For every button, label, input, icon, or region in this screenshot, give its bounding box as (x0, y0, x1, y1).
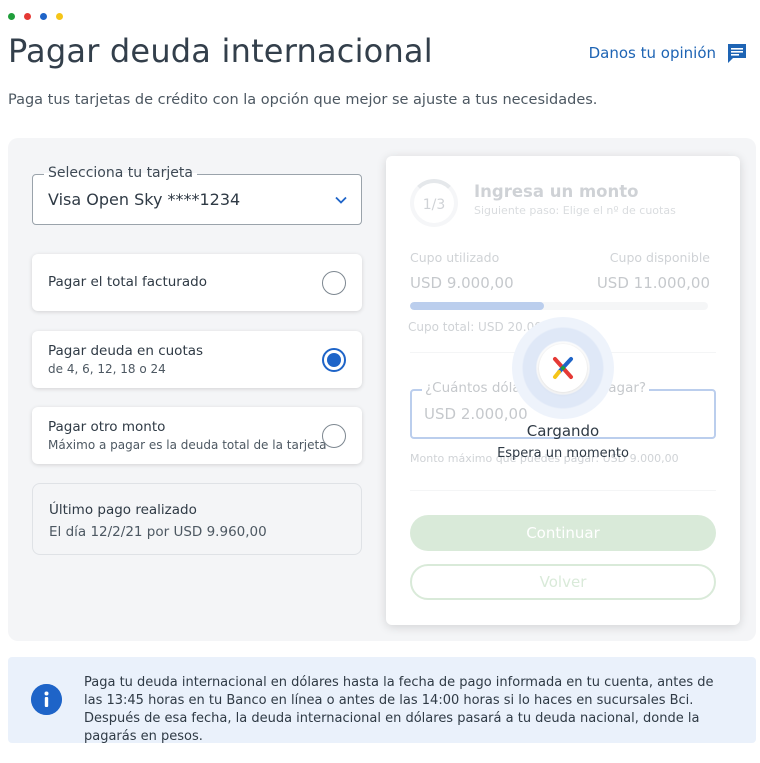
page-subtitle: Paga tus tarjetas de crédito con la opci… (8, 92, 598, 108)
chat-icon (728, 44, 746, 63)
last-payment-detail: El día 12/2/21 por USD 9.960,00 (49, 524, 267, 540)
feedback-link[interactable]: Danos tu opinión (589, 42, 748, 64)
last-payment-box: Último pago realizado El día 12/2/21 por… (32, 483, 362, 555)
bank-logo-mark (553, 357, 573, 379)
card-select-label: Selecciona tu tarjeta (44, 165, 197, 181)
loading-subtitle: Espera un momento (497, 446, 629, 461)
continue-button[interactable]: Continuar (410, 515, 716, 551)
feedback-label: Danos tu opinión (588, 44, 716, 62)
credit-usage-fill (410, 302, 545, 310)
step-heading: Ingresa un monto (474, 182, 639, 201)
chevron-down-icon (335, 196, 347, 204)
option-title: Pagar otro monto (48, 419, 166, 435)
available-credit-value: USD 11.000,00 (596, 274, 710, 292)
back-button[interactable]: Volver (410, 564, 716, 600)
option-subtitle: Máximo a pagar es la deuda total de la t… (48, 438, 327, 452)
radio-pay-installments[interactable] (322, 348, 346, 372)
divider (410, 490, 716, 491)
option-title: Pagar el total facturado (48, 274, 207, 290)
window-dot-blue (40, 13, 47, 20)
last-payment-title: Último pago realizado (49, 502, 197, 518)
step-counter: 1/3 (422, 197, 446, 213)
option-title: Pagar deuda en cuotas (48, 343, 204, 359)
info-icon (31, 684, 62, 715)
page-title: Pagar deuda internacional (8, 32, 433, 70)
info-text: Paga tu deuda internacional en dólares h… (84, 675, 714, 744)
radio-pay-total[interactable] (322, 271, 346, 295)
radio-pay-other[interactable] (322, 424, 346, 448)
amount-step-card: 1/3 Ingresa un monto Siguiente paso: Eli… (386, 156, 740, 625)
used-credit-value: USD 9.000,00 (410, 274, 514, 292)
step-next: Siguiente paso: Elige el nº de cuotas (474, 204, 676, 217)
payment-panel: Selecciona tu tarjeta Visa Open Sky ****… (8, 138, 756, 641)
step-progress-ring: 1/3 (410, 179, 458, 227)
option-pay-total[interactable]: Pagar el total facturado (32, 254, 362, 311)
used-credit-label: Cupo utilizado (410, 250, 500, 265)
credit-usage-bar (410, 302, 708, 310)
option-pay-installments[interactable]: Pagar deuda en cuotas de 4, 6, 12, 18 o … (32, 331, 362, 388)
info-banner: Paga tu deuda internacional en dólares h… (8, 657, 756, 744)
option-subtitle: de 4, 6, 12, 18 o 24 (48, 362, 166, 376)
window-dot-yellow (56, 13, 63, 20)
window-dot-green (8, 13, 15, 20)
loading-spinner (512, 317, 614, 419)
bank-logo-icon (539, 344, 587, 392)
option-pay-other[interactable]: Pagar otro monto Máximo a pagar es la de… (32, 407, 362, 464)
amount-input-value: USD 2.000,00 (424, 405, 528, 423)
card-select[interactable]: Selecciona tu tarjeta Visa Open Sky ****… (32, 165, 362, 225)
card-select-value: Visa Open Sky ****1234 (48, 190, 241, 209)
window-dots (8, 13, 63, 20)
available-credit-label: Cupo disponible (609, 250, 710, 265)
loading-title: Cargando (526, 422, 600, 440)
window-dot-red (24, 13, 31, 20)
